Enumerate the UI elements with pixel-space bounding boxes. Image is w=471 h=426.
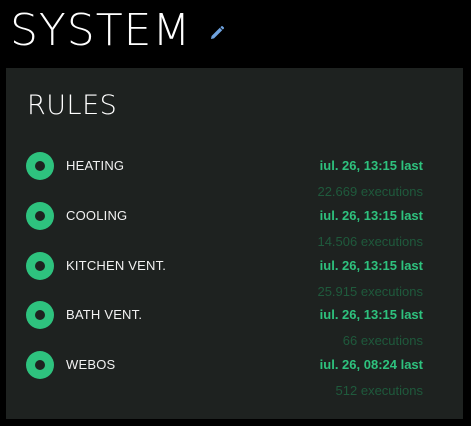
toggle-dot [35,310,45,320]
page-header: SYSTEM [10,0,225,62]
rule-executions: 25.915 executions [317,284,423,299]
rule-executions: 22.669 executions [317,184,423,199]
rule-executions: 512 executions [335,383,423,398]
rule-toggle[interactable] [26,301,54,329]
toggle-dot [35,211,45,221]
toggle-dot [35,261,45,271]
page-title: SYSTEM [10,5,192,56]
pencil-icon[interactable] [209,25,225,41]
rule-item-bath-vent: BATH VENT. iul. 26, 13:15 last 66 execut… [6,301,463,351]
toggle-dot [35,360,45,370]
rule-executions: 14.506 executions [317,234,423,249]
rules-panel: RULES HEATING iul. 26, 13:15 last 22.669… [6,68,463,419]
rule-item-webos: WEBOS iul. 26, 08:24 last 512 executions [6,351,463,401]
rule-name: COOLING [66,208,128,223]
rule-name: BATH VENT. [66,307,143,322]
rule-item-cooling: COOLING iul. 26, 13:15 last 14.506 execu… [6,202,463,252]
rule-name: KITCHEN VENT. [66,258,167,273]
rule-toggle[interactable] [26,152,54,180]
rules-title: RULES [27,90,118,121]
rule-last-run: iul. 26, 13:15 last [319,307,423,322]
rule-name: HEATING [66,158,125,173]
rule-last-run: iul. 26, 13:15 last [319,158,423,173]
rule-item-kitchen-vent: KITCHEN VENT. iul. 26, 13:15 last 25.915… [6,252,463,302]
rule-last-run: iul. 26, 08:24 last [319,357,423,372]
rule-toggle[interactable] [26,351,54,379]
rule-last-run: iul. 26, 13:15 last [319,258,423,273]
rule-last-run: iul. 26, 13:15 last [319,208,423,223]
toggle-dot [35,161,45,171]
rule-toggle[interactable] [26,202,54,230]
rule-item-heating: HEATING iul. 26, 13:15 last 22.669 execu… [6,152,463,202]
rule-name: WEBOS [66,357,116,372]
rule-toggle[interactable] [26,252,54,280]
rule-executions: 66 executions [342,333,423,348]
